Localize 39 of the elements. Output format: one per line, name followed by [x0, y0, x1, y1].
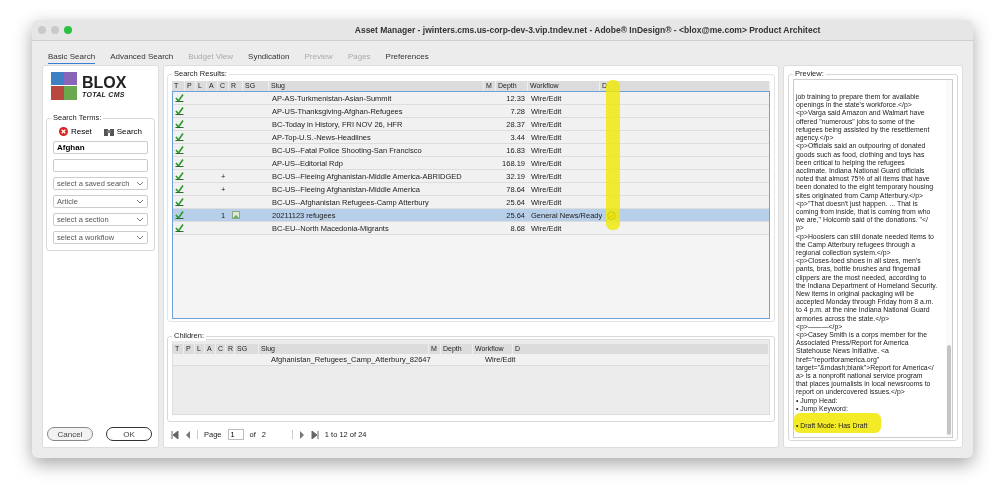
minimize-icon[interactable] [51, 26, 59, 34]
ok-button[interactable]: OK [106, 427, 152, 441]
binoculars-icon [103, 127, 114, 136]
tab[interactable]: Basic Search [48, 52, 96, 64]
chevron-icon [137, 235, 143, 240]
checkmark-icon [175, 159, 184, 167]
checkmark-icon [175, 211, 184, 219]
tab[interactable]: Syndication [248, 52, 290, 63]
tab[interactable]: Advanced Search [110, 52, 174, 63]
chevron-icon [137, 217, 143, 222]
chevron-icon [137, 181, 143, 186]
last-page-icon[interactable] [310, 430, 319, 439]
first-page-icon[interactable] [171, 430, 179, 439]
tab[interactable]: Preferences [385, 52, 429, 63]
previous-page-icon[interactable] [185, 430, 191, 439]
scrollbar-thumb[interactable] [947, 345, 951, 435]
logo-name: BLOX [82, 74, 127, 91]
close-icon[interactable] [38, 26, 46, 34]
window-title: Asset Manager - jwinters.cms.us-corp-dev-3.vip.tndev.net - Adobe® InDesign® - <blox@me.com> Product Architect [353, 25, 822, 35]
checkmark-icon [175, 198, 184, 206]
scrollbar[interactable] [946, 80, 952, 437]
checkmark-icon [175, 107, 184, 115]
checkmark-icon [175, 94, 184, 102]
checkmark-icon [175, 224, 184, 232]
cube-logo-icon [49, 70, 79, 102]
chevron-icon [137, 199, 143, 204]
reset-button[interactable]: Reset [58, 127, 92, 136]
checkmark-icon [175, 133, 184, 141]
checkmark-icon [175, 185, 184, 193]
checkmark-icon [175, 146, 184, 154]
keyword-field[interactable]: Afghan [53, 141, 148, 154]
checkmark-icon [175, 172, 184, 180]
search-button[interactable]: Search [103, 127, 143, 136]
input-field[interactable] [53, 159, 148, 172]
cancel-button[interactable]: Cancel [47, 427, 93, 441]
maximize-icon[interactable] [64, 26, 72, 34]
checkmark-icon [175, 120, 184, 128]
close-icon [58, 127, 68, 136]
next-page-icon[interactable] [298, 430, 305, 439]
